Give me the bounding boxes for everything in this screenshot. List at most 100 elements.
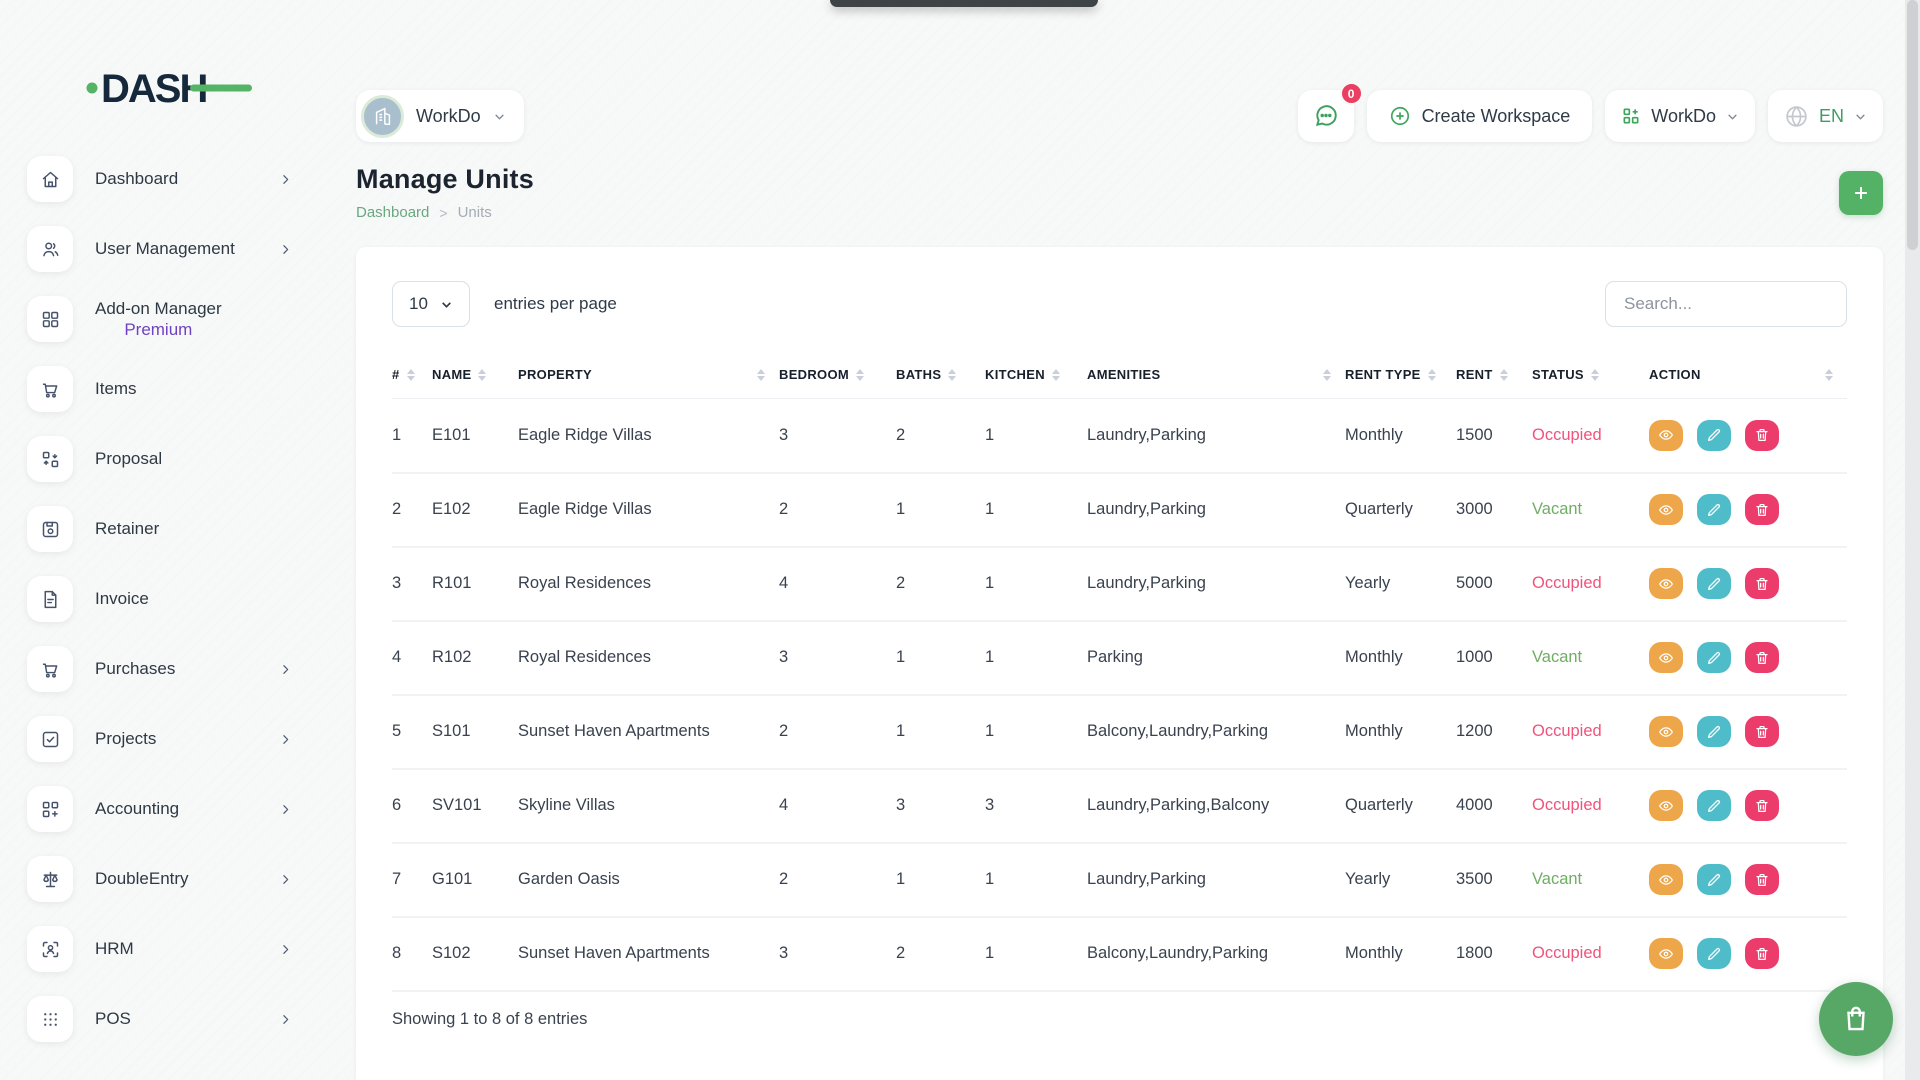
sidebar-item-dashboard[interactable]: Dashboard bbox=[27, 156, 340, 202]
sidebar-item-sublabel: Premium bbox=[95, 319, 222, 340]
search-input[interactable] bbox=[1605, 281, 1847, 327]
view-button[interactable] bbox=[1649, 938, 1683, 969]
workspace-switcher[interactable]: WorkDo bbox=[356, 90, 524, 142]
cart-icon bbox=[27, 366, 73, 412]
sidebar-item-proposal[interactable]: Proposal bbox=[27, 436, 340, 482]
column-label: RENT TYPE bbox=[1345, 367, 1421, 382]
language-code: EN bbox=[1819, 106, 1844, 127]
edit-button[interactable] bbox=[1697, 864, 1731, 895]
add-unit-button[interactable] bbox=[1839, 171, 1883, 215]
status-badge: Occupied bbox=[1532, 944, 1602, 962]
view-button[interactable] bbox=[1649, 716, 1683, 747]
sort-icon bbox=[1052, 369, 1060, 381]
cell-bedroom: 3 bbox=[779, 621, 896, 695]
cell-amenities: Laundry,Parking bbox=[1087, 843, 1345, 917]
messenger-button[interactable]: 0 bbox=[1298, 90, 1354, 142]
view-button[interactable] bbox=[1649, 568, 1683, 599]
sidebar-item-hrm[interactable]: HRM bbox=[27, 926, 340, 972]
sidebar-item-accounting[interactable]: Accounting bbox=[27, 786, 340, 832]
cart-fab-button[interactable] bbox=[1819, 982, 1893, 1056]
view-button[interactable] bbox=[1649, 790, 1683, 821]
column-header-bedroom[interactable]: BEDROOM bbox=[779, 353, 896, 399]
view-button[interactable] bbox=[1649, 420, 1683, 451]
cell-property: Skyline Villas bbox=[518, 769, 779, 843]
sidebar-item-invoice[interactable]: Invoice bbox=[27, 576, 340, 622]
column-header-rent[interactable]: RENT bbox=[1456, 353, 1532, 399]
cell-status: Occupied bbox=[1532, 695, 1649, 769]
table-body: 1E101Eagle Ridge Villas321Laundry,Parkin… bbox=[392, 399, 1847, 991]
grid-icon bbox=[27, 296, 73, 342]
column-header-rent-type[interactable]: RENT TYPE bbox=[1345, 353, 1456, 399]
sidebar-item-add-on-manager[interactable]: Add-on ManagerPremium bbox=[27, 296, 340, 342]
sort-icon bbox=[478, 369, 486, 381]
scrollbar-thumb[interactable] bbox=[1907, 0, 1918, 250]
language-selector[interactable]: EN bbox=[1768, 90, 1883, 142]
view-button[interactable] bbox=[1649, 642, 1683, 673]
company-menu-button[interactable]: WorkDo bbox=[1605, 90, 1755, 142]
delete-button[interactable] bbox=[1745, 716, 1779, 747]
table-footer-summary: Showing 1 to 8 of 8 entries bbox=[392, 1010, 1847, 1029]
breadcrumb-dashboard-link[interactable]: Dashboard bbox=[356, 204, 429, 221]
column-header-action[interactable]: ACTION bbox=[1649, 353, 1847, 399]
page-size-select[interactable]: 10 bbox=[392, 281, 470, 327]
top-right-actions: 0 Create Workspace WorkDo bbox=[1298, 90, 1883, 142]
sort-icon bbox=[1825, 369, 1833, 381]
cell-kitchen: 1 bbox=[985, 695, 1087, 769]
page-size-value: 10 bbox=[409, 294, 428, 314]
edit-button[interactable] bbox=[1697, 938, 1731, 969]
column-label: KITCHEN bbox=[985, 367, 1045, 382]
sidebar-item-items[interactable]: Items bbox=[27, 366, 340, 412]
sidebar-item-doubleentry[interactable]: DoubleEntry bbox=[27, 856, 340, 902]
edit-button[interactable] bbox=[1697, 790, 1731, 821]
delete-button[interactable] bbox=[1745, 494, 1779, 525]
column-header-property[interactable]: PROPERTY bbox=[518, 353, 779, 399]
column-header-amenities[interactable]: AMENITIES bbox=[1087, 353, 1345, 399]
window-notch bbox=[830, 0, 1098, 7]
column-header--[interactable]: # bbox=[392, 353, 432, 399]
column-label: RENT bbox=[1456, 367, 1493, 382]
column-header-status[interactable]: STATUS bbox=[1532, 353, 1649, 399]
cell-property: Eagle Ridge Villas bbox=[518, 399, 779, 473]
cell-baths: 1 bbox=[896, 695, 985, 769]
view-button[interactable] bbox=[1649, 494, 1683, 525]
delete-button[interactable] bbox=[1745, 938, 1779, 969]
column-header-kitchen[interactable]: KITCHEN bbox=[985, 353, 1087, 399]
edit-button[interactable] bbox=[1697, 420, 1731, 451]
edit-button[interactable] bbox=[1697, 716, 1731, 747]
sidebar-item-retainer[interactable]: Retainer bbox=[27, 506, 340, 552]
main-content: WorkDo 0 Create Workspace bbox=[340, 0, 1920, 1080]
edit-button[interactable] bbox=[1697, 494, 1731, 525]
sidebar-item-label: Retainer bbox=[95, 518, 159, 539]
sidebar-item-label: Invoice bbox=[95, 588, 149, 609]
delete-button[interactable] bbox=[1745, 568, 1779, 599]
sidebar-item-user-management[interactable]: User Management bbox=[27, 226, 340, 272]
delete-button[interactable] bbox=[1745, 864, 1779, 895]
delete-button[interactable] bbox=[1745, 790, 1779, 821]
sidebar-item-pos[interactable]: POS bbox=[27, 996, 340, 1042]
cell-baths: 1 bbox=[896, 843, 985, 917]
cell-action bbox=[1649, 769, 1847, 843]
cell-number: 2 bbox=[392, 473, 432, 547]
sidebar-item-purchases[interactable]: Purchases bbox=[27, 646, 340, 692]
sidebar-item-label: User Management bbox=[95, 238, 235, 259]
column-header-name[interactable]: NAME bbox=[432, 353, 518, 399]
view-button[interactable] bbox=[1649, 864, 1683, 895]
delete-button[interactable] bbox=[1745, 420, 1779, 451]
sort-icon bbox=[1500, 369, 1508, 381]
create-workspace-button[interactable]: Create Workspace bbox=[1367, 90, 1593, 142]
delete-button[interactable] bbox=[1745, 642, 1779, 673]
workspace-avatar bbox=[361, 95, 404, 138]
cell-rent: 1200 bbox=[1456, 695, 1532, 769]
sidebar-nav: Dashboard User Management Add-on ManagerPr… bbox=[27, 156, 340, 1066]
edit-button[interactable] bbox=[1697, 568, 1731, 599]
column-header-baths[interactable]: BATHS bbox=[896, 353, 985, 399]
dash-logo[interactable]: DASH bbox=[27, 64, 313, 112]
edit-button[interactable] bbox=[1697, 642, 1731, 673]
workspace-name: WorkDo bbox=[416, 106, 481, 127]
cell-baths: 3 bbox=[896, 769, 985, 843]
sidebar-item-projects[interactable]: Projects bbox=[27, 716, 340, 762]
status-badge: Vacant bbox=[1532, 870, 1582, 888]
cell-rent-type: Quarterly bbox=[1345, 473, 1456, 547]
globe-icon bbox=[1784, 104, 1809, 129]
cell-rent: 4000 bbox=[1456, 769, 1532, 843]
